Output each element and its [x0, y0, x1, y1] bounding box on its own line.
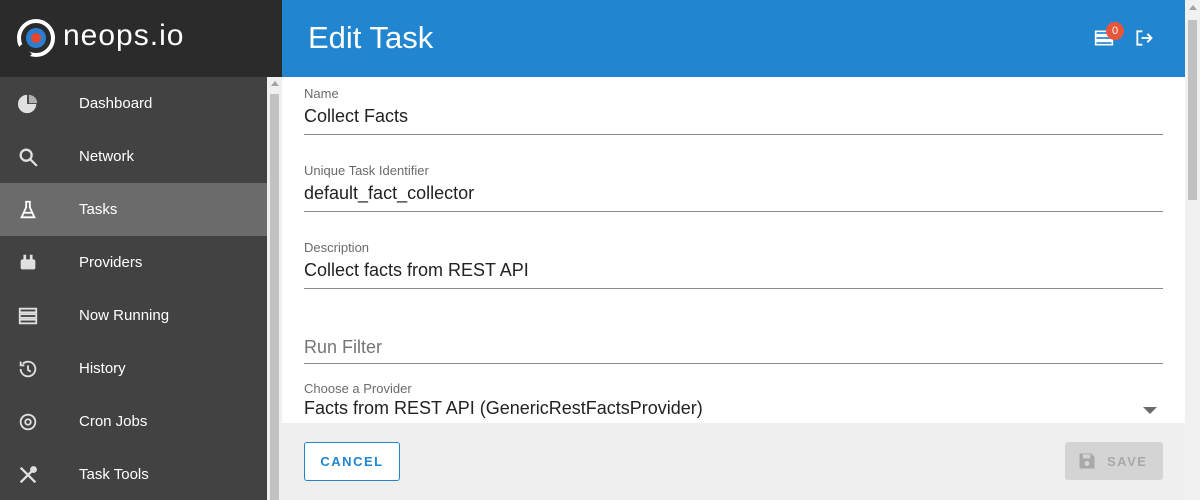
- run-filter-placeholder[interactable]: Run Filter: [304, 337, 382, 358]
- sidebar-nav: Dashboard Network Tasks Providers Now Ru…: [0, 77, 267, 500]
- cron-icon: [19, 413, 37, 431]
- queue-icon: [18, 307, 38, 325]
- provider-value[interactable]: Facts from REST API (GenericRestFactsPro…: [304, 398, 703, 419]
- save-label: SAVE: [1107, 454, 1148, 469]
- search-icon: [19, 148, 38, 167]
- sidebar-item-label: History: [79, 360, 126, 377]
- sidebar-item-network[interactable]: Network: [0, 130, 267, 183]
- sidebar-item-now-running[interactable]: Now Running: [0, 289, 267, 342]
- floppy-disk-icon: [1079, 453, 1095, 469]
- sidebar-scroll-thumb[interactable]: [270, 94, 279, 500]
- run-filter-field[interactable]: Run Filter: [304, 329, 1163, 364]
- name-value[interactable]: Collect Facts: [304, 106, 408, 127]
- sidebar-item-dashboard[interactable]: Dashboard: [0, 77, 267, 130]
- identifier-field[interactable]: Unique Task Identifier default_fact_coll…: [304, 162, 1163, 212]
- sidebar-item-cron-jobs[interactable]: Cron Jobs: [0, 395, 267, 448]
- flask-icon: [20, 200, 36, 219]
- sidebar-item-task-tools[interactable]: Task Tools: [0, 448, 267, 500]
- sidebar-item-providers[interactable]: Providers: [0, 236, 267, 289]
- brand-name[interactable]: neops.io: [63, 19, 184, 53]
- main-scroll-up-icon[interactable]: [1189, 5, 1197, 10]
- sidebar-scroll-up-icon[interactable]: [271, 81, 279, 86]
- description-value[interactable]: Collect facts from REST API: [304, 260, 529, 281]
- sidebar-item-label: Now Running: [79, 307, 170, 324]
- history-icon: [19, 360, 37, 378]
- tools-icon: [19, 466, 37, 484]
- name-label: Name: [304, 86, 339, 101]
- queue-count-badge: 0: [1106, 22, 1124, 40]
- sidebar-item-history[interactable]: History: [0, 342, 267, 395]
- name-field[interactable]: Name Collect Facts: [304, 85, 1163, 135]
- sidebar-item-label: Cron Jobs: [79, 413, 148, 430]
- form-actions: CANCEL SAVE: [282, 423, 1185, 500]
- description-field[interactable]: Description Collect facts from REST API: [304, 239, 1163, 289]
- sidebar-item-label: Task Tools: [79, 466, 149, 483]
- pie-chart-icon: [17, 94, 38, 114]
- logo-bar: neops.io: [0, 0, 282, 77]
- sidebar-item-label: Dashboard: [79, 95, 153, 112]
- sidebar-item-tasks[interactable]: Tasks: [0, 183, 267, 236]
- identifier-label: Unique Task Identifier: [304, 163, 429, 178]
- brand-logo-icon: [12, 19, 55, 64]
- main-scroll-thumb[interactable]: [1188, 20, 1197, 200]
- page-title: Edit Task: [308, 20, 434, 55]
- edit-task-form: Name Collect Facts Unique Task Identifie…: [282, 77, 1185, 423]
- app-header: Edit Task 0: [282, 0, 1200, 77]
- chevron-down-icon[interactable]: [1143, 407, 1157, 414]
- plug-icon: [20, 254, 36, 270]
- sidebar-item-label: Tasks: [79, 201, 118, 218]
- provider-label: Choose a Provider: [304, 381, 412, 396]
- sidebar-item-label: Providers: [79, 254, 143, 271]
- sidebar: neops.io Dashboard Network Tasks Provide…: [0, 0, 282, 500]
- provider-select[interactable]: Choose a Provider Facts from REST API (G…: [304, 380, 1163, 423]
- identifier-value[interactable]: default_fact_collector: [304, 183, 474, 204]
- save-button[interactable]: SAVE: [1065, 442, 1163, 480]
- sidebar-item-label: Network: [79, 148, 135, 165]
- description-label: Description: [304, 240, 370, 255]
- cancel-button[interactable]: CANCEL: [304, 442, 400, 481]
- logout-icon[interactable]: [1134, 28, 1154, 48]
